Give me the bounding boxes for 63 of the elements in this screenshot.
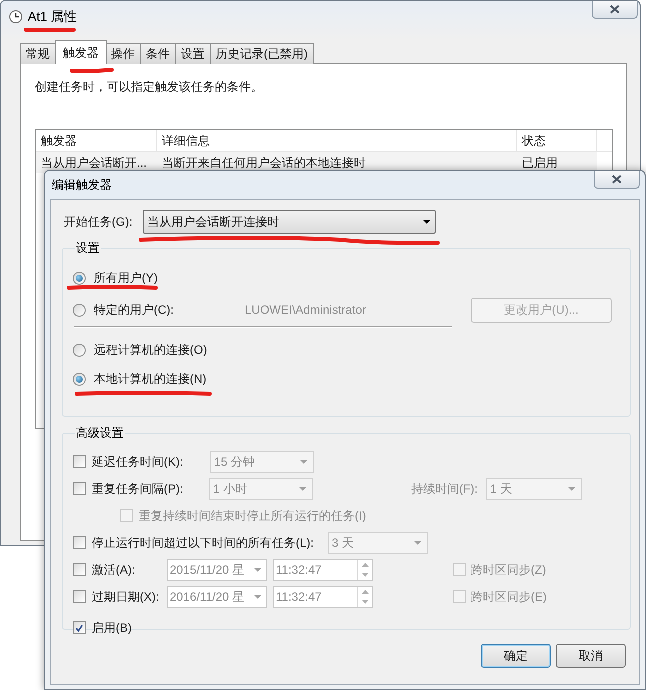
checkbox[interactable]: [73, 590, 86, 603]
dropdown-arrow-icon: [300, 460, 308, 464]
field-label: 开始任务(G):: [64, 214, 133, 231]
checkbox-label: 重复持续时间结束时停止所有运行的任务(I): [139, 508, 366, 522]
clock-icon: [9, 10, 23, 24]
checkbox[interactable]: [453, 563, 466, 576]
column-header[interactable]: 状态: [517, 130, 597, 151]
checkbox-label: 跨时区同步(Z): [471, 562, 546, 576]
checkbox[interactable]: [73, 536, 86, 549]
radio-button[interactable]: [73, 304, 86, 316]
checkbox-label: 停止运行时间超过以下时间的所有任务(L):: [92, 536, 314, 550]
checkbox-label: 启用(B): [92, 620, 132, 634]
user-name: LUOWEI\Administrator: [245, 302, 368, 319]
dialog-button[interactable]: 确定: [481, 644, 551, 668]
tab[interactable]: 历史记录(已禁用): [211, 43, 314, 64]
group-title: 设置: [76, 241, 100, 255]
close-button[interactable]: [592, 1, 638, 19]
checkbox[interactable]: [73, 563, 86, 576]
tab[interactable]: 常规: [20, 43, 56, 64]
checkbox[interactable]: [73, 455, 86, 468]
close-icon: [612, 175, 622, 184]
window-title: At1 属性: [28, 8, 78, 26]
radio-label: 本地计算机的连接(N): [94, 372, 207, 386]
radio-label: 特定的用户(C):: [94, 303, 174, 317]
column-header[interactable]: 触发器: [36, 130, 157, 151]
dialog-button[interactable]: 取消: [556, 644, 626, 668]
checkbox[interactable]: [73, 621, 86, 634]
tab[interactable]: 操作: [106, 43, 141, 64]
column-header[interactable]: 详细信息: [157, 130, 517, 151]
radio-button[interactable]: [73, 272, 86, 284]
checkbox-label: 过期日期(X):: [92, 590, 160, 604]
tab[interactable]: 触发器: [55, 40, 107, 64]
dropdown-arrow-icon: [568, 486, 576, 490]
dialog-title: 编辑触发器: [52, 177, 112, 194]
dropdown-arrow-icon: [299, 486, 308, 490]
radio-button[interactable]: [73, 372, 86, 386]
table-cell-text: 当从用户会话断开...: [40, 154, 148, 172]
tab[interactable]: 设置: [176, 43, 211, 64]
group-title: 高级设置: [76, 426, 124, 440]
checkbox-label: 激活(A):: [92, 562, 136, 576]
checkbox[interactable]: [73, 482, 86, 495]
checkbox[interactable]: [453, 590, 466, 603]
dropdown-arrow-icon: [422, 220, 431, 224]
radio-label: 远程计算机的连接(O): [94, 343, 208, 357]
checkbox-label: 重复任务间隔(P):: [92, 482, 184, 496]
close-button[interactable]: [594, 171, 640, 189]
checkbox-label: 延迟任务时间(K):: [92, 454, 184, 468]
checkbox-label: 跨时区同步(E): [471, 590, 547, 604]
dropdown-arrow-icon: [254, 568, 262, 572]
description-text: 创建任务时，可以指定触发该任务的条件。: [35, 79, 264, 96]
close-icon: [610, 5, 620, 14]
checkbox[interactable]: [120, 509, 133, 522]
dropdown-arrow-icon: [414, 540, 422, 544]
radio-label: 所有用户(Y): [94, 271, 158, 285]
table-cell-text: 已启用: [521, 154, 559, 172]
dropdown-arrow-icon: [254, 594, 262, 598]
radio-button[interactable]: [73, 344, 86, 356]
field-label: 持续时间(F):: [411, 482, 478, 496]
annotation-stroke: [70, 68, 114, 74]
annotation-stroke: [24, 28, 76, 32]
tab[interactable]: 条件: [141, 43, 176, 64]
table-cell-text: 当断开来自任何用户会话的本地连接时: [161, 154, 367, 172]
dropdown[interactable]: 当从用户会话断开连接时: [142, 210, 436, 234]
